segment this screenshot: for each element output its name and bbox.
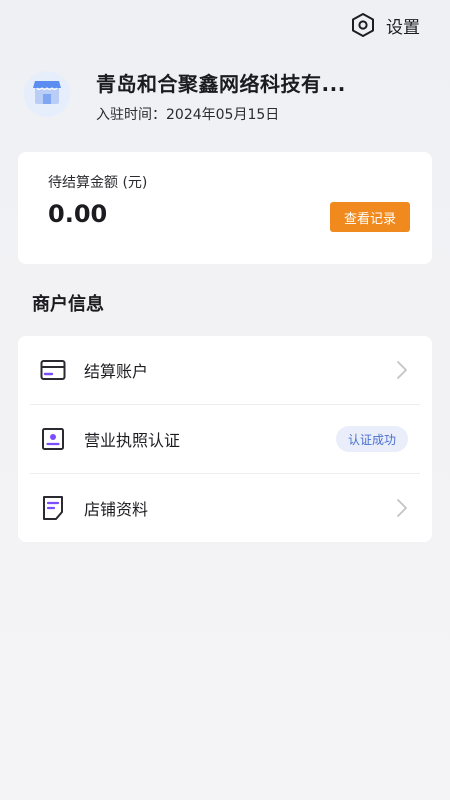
merchant-name: 青岛和合聚鑫网络科技有... <box>96 72 346 96</box>
settings-label: 设置 <box>386 17 420 38</box>
list-item-business-license[interactable]: 营业执照认证 认证成功 <box>18 405 432 473</box>
document-icon <box>40 495 66 521</box>
id-badge-icon <box>40 426 66 452</box>
list-item-label: 店铺资料 <box>84 500 149 519</box>
list-item-settlement-account[interactable]: 结算账户 <box>18 336 432 404</box>
join-date-row: 入驻时间：2024年05月15日 <box>96 104 346 124</box>
join-date-value: 2024年05月15日 <box>166 107 280 123</box>
merchant-info-list: 结算账户 营业执照认证 认证成功 店铺资料 <box>18 336 432 542</box>
chevron-right-icon <box>396 360 408 380</box>
pending-settlement-label: 待结算金额 (元) <box>48 175 148 191</box>
section-title-merchant-info: 商户信息 <box>32 294 104 315</box>
avatar <box>24 71 70 117</box>
merchant-header: 青岛和合聚鑫网络科技有... 入驻时间：2024年05月15日 <box>24 70 430 124</box>
card-icon <box>40 357 66 383</box>
join-date-label: 入驻时间： <box>96 107 166 123</box>
storefront-icon <box>32 78 62 110</box>
list-item-label: 结算账户 <box>84 362 149 381</box>
list-item-label: 营业执照认证 <box>84 431 181 450</box>
pending-settlement-amount: 0.00 <box>48 200 108 228</box>
balance-card: 待结算金额 (元) 0.00 查看记录 <box>18 152 432 264</box>
merchant-center-page: 设置 青岛和合聚鑫网络科技有... 入驻时间：2024年05月15日 待结算金额… <box>0 0 450 800</box>
settings-hexagon-icon <box>350 12 376 38</box>
view-records-button[interactable]: 查看记录 <box>330 202 410 232</box>
list-item-store-info[interactable]: 店铺资料 <box>18 474 432 542</box>
settings-button[interactable]: 设置 <box>350 10 420 40</box>
status-badge: 认证成功 <box>335 426 408 452</box>
chevron-right-icon <box>396 498 408 518</box>
